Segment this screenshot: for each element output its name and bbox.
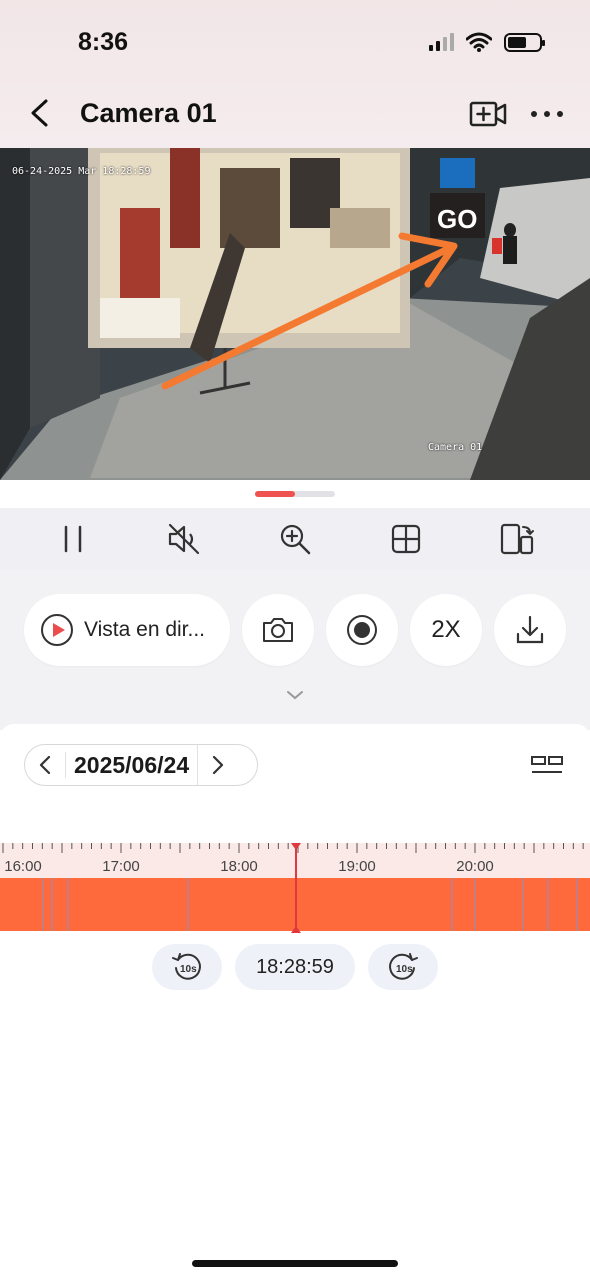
record-button[interactable] [326, 594, 398, 666]
panel-drag-handle[interactable] [255, 491, 335, 497]
date-picker: 2025/06/24 [24, 744, 258, 786]
chevron-down-icon[interactable] [284, 688, 306, 702]
zoom-in-icon [280, 524, 311, 555]
record-icon [347, 615, 377, 645]
camera-scene: GO [0, 148, 590, 480]
osd-datetime: 06-24-2025 Mar 18:28:59 [12, 166, 151, 177]
grid-icon [391, 524, 420, 554]
rotate-screen-button[interactable] [493, 515, 541, 563]
camera-icon [263, 618, 293, 642]
timeline-hour-label: 16:00 [4, 858, 42, 875]
download-button[interactable] [494, 594, 566, 666]
battery-fill [508, 36, 526, 48]
status-time: 8:36 [78, 28, 129, 56]
pause-button[interactable] [49, 515, 97, 563]
cellular-signal-icon [429, 33, 454, 51]
download-icon [516, 615, 544, 644]
play-icon [41, 614, 73, 646]
home-indicator [192, 1260, 398, 1267]
playback-controls: 10s 18:28:59 10s [0, 944, 590, 990]
forward-10s-button[interactable]: 10s [368, 944, 438, 990]
rewind-10s-icon: 10s [172, 953, 201, 980]
zoom-button[interactable] [271, 515, 319, 563]
wifi-icon [466, 32, 492, 52]
grid-button[interactable] [382, 515, 430, 563]
timeline-hour-label: 17:00 [102, 858, 140, 875]
player-toolbar [0, 508, 590, 570]
status-icons [429, 32, 545, 52]
timeline-hour-label: 19:00 [338, 858, 376, 875]
rewind-10s-button[interactable]: 10s [152, 944, 222, 990]
speed-label: 2X [431, 616, 461, 643]
playback-time: 18:28:59 [235, 944, 355, 990]
camera-video-feed[interactable]: GO 06-24-2025 Mar 18:28:59 Camera 01 [0, 148, 590, 480]
recording-segment [0, 878, 590, 931]
speed-button[interactable]: 2X [410, 594, 482, 666]
chevron-right-icon [212, 755, 223, 775]
pause-icon [65, 525, 82, 553]
live-view-label: Vista en dir... [84, 618, 206, 641]
mute-icon [169, 523, 200, 555]
next-day-button[interactable] [197, 745, 237, 785]
snapshot-button[interactable] [242, 594, 314, 666]
timeline[interactable]: 16:00 17:00 18:00 19:00 20:00 [0, 843, 590, 933]
playback-section: 2025/06/24 [0, 724, 590, 844]
video-plus-icon[interactable] [468, 96, 508, 132]
top-bar: 8:36 Camera 01 [0, 0, 590, 148]
timeline-hour-label: 18:00 [220, 858, 258, 875]
date-value[interactable]: 2025/06/24 [65, 752, 197, 778]
forward-10s-icon: 10s [389, 953, 418, 980]
forward-label: 10s [396, 964, 413, 975]
osd-camera-name: Camera 01 [428, 442, 483, 453]
battery-icon [504, 32, 545, 52]
store-sign-text: GO [437, 204, 477, 234]
view-mode-toggle-icon[interactable] [530, 754, 564, 778]
control-panel: Vista en dir... 2X [0, 570, 590, 730]
timeline-hour-label: 20:00 [456, 858, 494, 875]
mute-button[interactable] [160, 515, 208, 563]
page-title: Camera 01 [80, 98, 217, 128]
previous-day-button[interactable] [25, 745, 65, 785]
back-button[interactable] [22, 95, 58, 131]
rewind-label: 10s [180, 964, 197, 975]
timeline-track [0, 843, 590, 933]
rotate-screen-icon [500, 523, 534, 555]
drag-handle-active [255, 491, 295, 497]
live-view-button[interactable]: Vista en dir... [24, 594, 230, 666]
chevron-left-icon [39, 755, 51, 775]
more-horizontal-icon[interactable] [530, 104, 564, 124]
